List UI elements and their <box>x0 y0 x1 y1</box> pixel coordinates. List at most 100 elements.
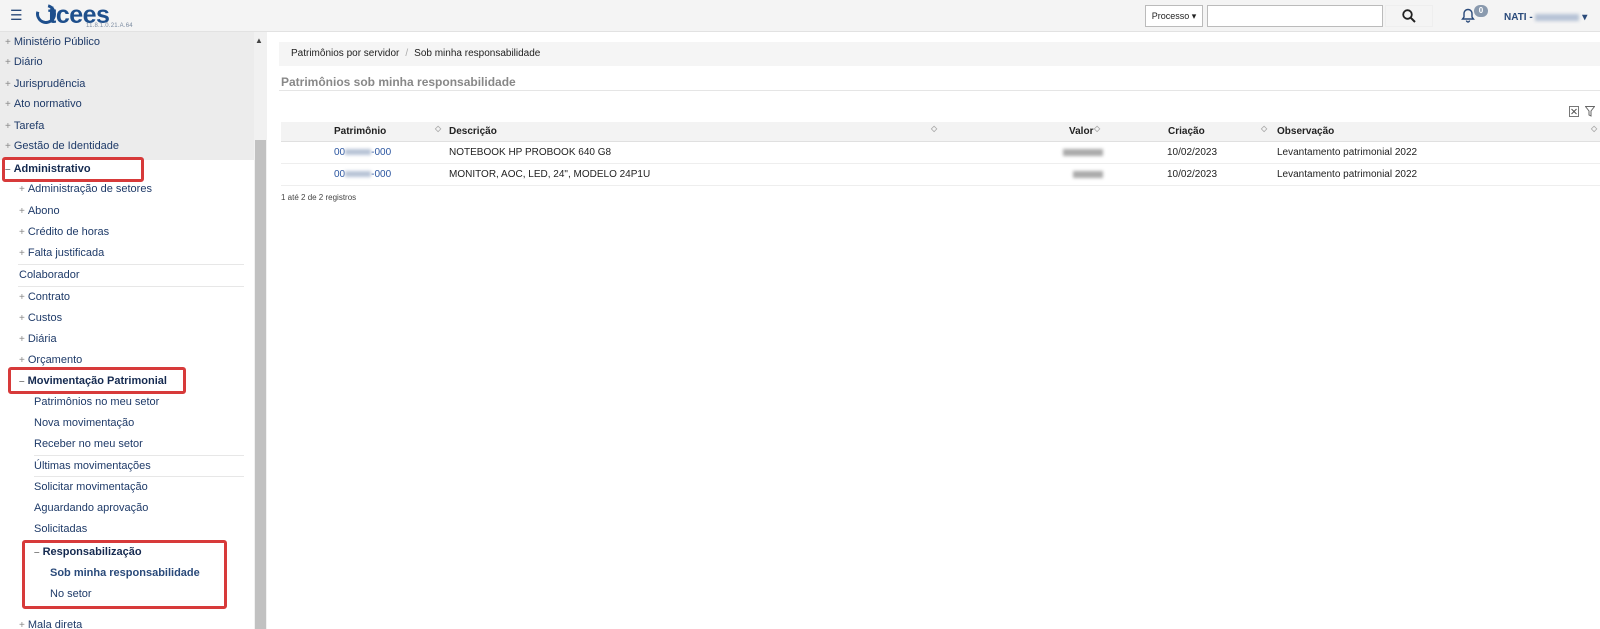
patrimonio-suffix: -000 <box>371 147 392 158</box>
sidebar-item-label: Crédito de horas <box>27 226 110 238</box>
valor-cell-redacted <box>1073 164 1103 186</box>
logo[interactable]: tcees 11.8.1.0.21.A.64 <box>32 0 136 31</box>
highlight-responsabilizacao <box>22 540 227 609</box>
descricao-cell: MONITOR, AOC, LED, 24", MODELO 24P1U <box>449 169 651 180</box>
sidebar-item-label: Falta justificada <box>27 247 105 259</box>
sidebar-item-solicitadas[interactable]: Solicitadas <box>34 519 87 539</box>
patrimonio-redacted <box>345 171 372 178</box>
sidebar-item-label: Administração de setores <box>27 183 152 195</box>
column-header-observacao[interactable]: Observação <box>1277 122 1334 142</box>
sidebar-item-label: Aguardando aprovação <box>34 502 149 514</box>
column-header-patrimonio[interactable]: Patrimônio <box>334 122 386 142</box>
column-header-descricao[interactable]: Descrição <box>449 122 497 142</box>
breadcrumb-item-current: Sob minha responsabilidade <box>414 48 541 59</box>
sidebar-item-label: Solicitadas <box>34 523 88 535</box>
sidebar-item-ministerio-publico[interactable]: + Ministério Público <box>5 32 100 52</box>
notification-count-badge: 0 <box>1474 5 1488 17</box>
sidebar-item-diaria[interactable]: + Diária <box>19 329 57 349</box>
expand-icon: + <box>5 121 11 132</box>
sidebar-item-mala-direta[interactable]: + Mala direta <box>19 615 82 629</box>
expand-icon: + <box>19 355 25 366</box>
search-button[interactable] <box>1385 5 1433 27</box>
expand-icon: + <box>19 620 25 629</box>
sidebar-item-label: Diária <box>27 333 57 345</box>
search-input[interactable] <box>1207 5 1383 27</box>
filter-icon[interactable] <box>1585 106 1595 117</box>
expand-icon: + <box>19 313 25 324</box>
descricao-cell: NOTEBOOK HP PROBOOK 640 G8 <box>449 147 612 158</box>
export-excel-icon[interactable] <box>1569 106 1579 117</box>
sidebar-item-aguardando-aprovacao[interactable]: Aguardando aprovação <box>34 498 148 518</box>
table-row[interactable]: 00 -000 MONITOR, AOC, LED, 24", MODELO 24… <box>281 164 1600 186</box>
sidebar-item-colaborador[interactable]: Colaborador <box>19 265 80 285</box>
sidebar-item-abono[interactable]: + Abono <box>19 201 60 221</box>
sidebar-item-label: Ministério Público <box>13 36 101 48</box>
patrimonio-prefix: 00 <box>334 147 346 158</box>
sidebar-scrollbar-thumb[interactable] <box>255 140 266 629</box>
sidebar-item-label: Solicitar movimentação <box>34 481 148 493</box>
sidebar-item-contrato[interactable]: + Contrato <box>19 287 70 307</box>
expand-icon: + <box>19 227 25 238</box>
user-menu[interactable]: NATI - ▾ <box>1504 12 1587 23</box>
column-header-valor[interactable]: Valor <box>1069 122 1093 142</box>
sidebar-item-patrimonios-setor[interactable]: Patrimônios no meu setor <box>34 392 159 412</box>
hamburger-icon[interactable]: ☰ <box>10 8 23 22</box>
top-bar: ☰ tcees 11.8.1.0.21.A.64 Processo ▾ 0 NA… <box>0 0 1600 32</box>
sidebar-item-admin-setores[interactable]: + Administração de setores <box>19 179 152 199</box>
expand-icon: + <box>5 79 11 90</box>
process-dropdown-button[interactable]: Processo ▾ <box>1145 5 1203 27</box>
sidebar-item-tarefa[interactable]: + Tarefa <box>5 116 44 136</box>
patrimonio-redacted <box>345 149 372 156</box>
expand-icon: + <box>19 292 25 303</box>
observacao-cell: Levantamento patrimonial 2022 <box>1277 169 1418 180</box>
sidebar-item-solicitar-movimentacao[interactable]: Solicitar movimentação <box>34 477 148 497</box>
breadcrumb-item-patrimonios-servidor[interactable]: Patrimônios por servidor <box>291 48 399 59</box>
breadcrumb-separator: / <box>405 48 409 59</box>
patrimonio-link[interactable]: 00 -000 <box>334 142 391 164</box>
breadcrumb: Patrimônios por servidor / Sob minha respo… <box>279 42 1600 66</box>
expand-icon: + <box>19 248 25 259</box>
bell-icon[interactable] <box>1461 8 1475 26</box>
sidebar-item-label: Orçamento <box>27 354 83 366</box>
patrimonio-link[interactable]: 00 -000 <box>334 164 391 186</box>
sidebar-item-label: Patrimônios no meu setor <box>34 396 160 408</box>
table-row[interactable]: 00 -000 NOTEBOOK HP PROBOOK 640 G8 10/02/… <box>281 142 1600 164</box>
sidebar-item-label: Abono <box>27 205 60 217</box>
sidebar-item-falta-justificada[interactable]: + Falta justificada <box>19 243 104 263</box>
table-header: Patrimônio ◇ Descrição ◇ Valor ◇ Criação… <box>281 122 1600 142</box>
sidebar-item-diario[interactable]: + Diário <box>5 52 43 72</box>
patrimonios-table: Patrimônio ◇ Descrição ◇ Valor ◇ Criação… <box>281 122 1600 186</box>
sidebar-item-label: Mala direta <box>27 619 83 629</box>
expand-icon: + <box>5 37 11 48</box>
scroll-up-arrow-icon[interactable]: ▲ <box>255 36 263 45</box>
observacao-cell: Levantamento patrimonial 2022 <box>1277 147 1418 158</box>
sort-icon[interactable]: ◇ <box>1261 125 1267 133</box>
criacao-cell: 10/02/2023 <box>1167 169 1218 180</box>
sidebar-item-label: Gestão de Identidade <box>13 140 120 152</box>
sidebar-item-custos[interactable]: + Custos <box>19 308 62 328</box>
sort-icon[interactable]: ◇ <box>1591 125 1597 133</box>
sort-icon[interactable]: ◇ <box>931 125 937 133</box>
sidebar-item-credito-horas[interactable]: + Crédito de horas <box>19 222 109 242</box>
sidebar-item-ultimas-movimentacoes[interactable]: Últimas movimentações <box>34 456 151 476</box>
sort-icon[interactable]: ◇ <box>435 125 441 133</box>
sidebar-item-jurisprudencia[interactable]: + Jurisprudência <box>5 74 85 94</box>
sidebar-item-label: Jurisprudência <box>13 78 86 90</box>
sidebar-item-nova-movimentacao[interactable]: Nova movimentação <box>34 413 134 433</box>
expand-icon: + <box>19 206 25 217</box>
search-icon <box>1402 9 1416 23</box>
sort-icon[interactable]: ◇ <box>1094 125 1100 133</box>
sidebar-item-label: Nova movimentação <box>34 417 135 429</box>
column-header-criacao[interactable]: Criação <box>1168 122 1205 142</box>
patrimonio-prefix: 00 <box>334 169 346 180</box>
sidebar-item-label: Receber no meu setor <box>34 438 143 450</box>
sidebar-item-ato-normativo[interactable]: + Ato normativo <box>5 94 82 114</box>
sidebar: ▲ + Ministério Público + Diário + Jurisprud… <box>0 32 267 629</box>
sidebar-item-label: Tarefa <box>13 120 45 132</box>
sidebar-item-label: Colaborador <box>19 269 80 281</box>
title-divider <box>279 90 1600 91</box>
sidebar-item-gestao-identidade[interactable]: + Gestão de Identidade <box>5 136 119 156</box>
patrimonio-suffix: -000 <box>371 169 392 180</box>
highlight-movimentacao <box>8 367 186 394</box>
sidebar-item-receber-setor[interactable]: Receber no meu setor <box>34 434 143 454</box>
